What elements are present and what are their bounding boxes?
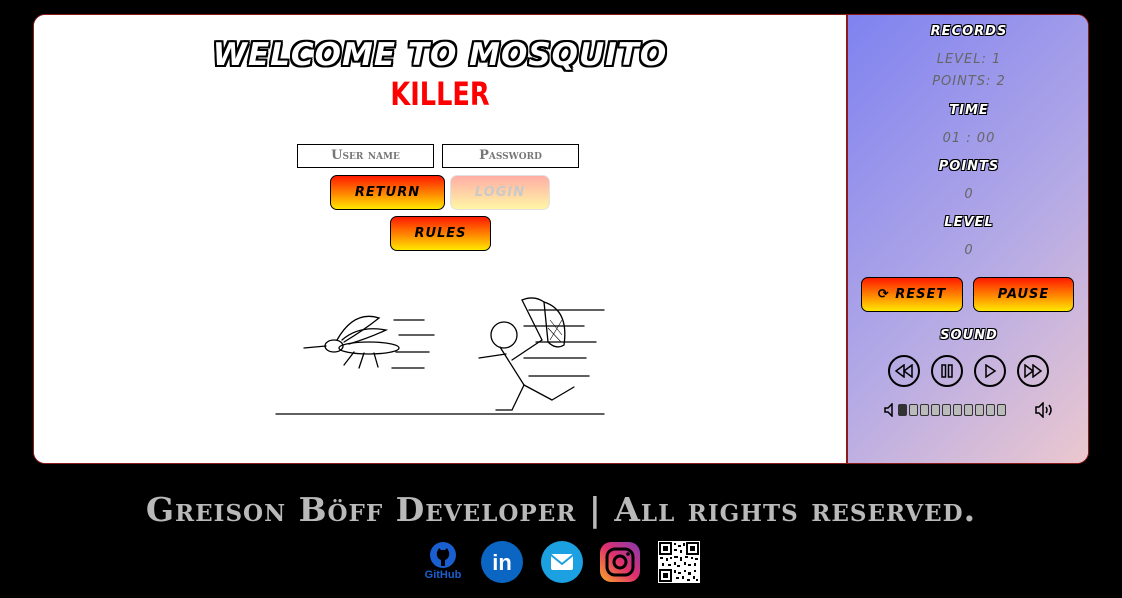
records-level: LEVEL: 1 [936,52,1002,67]
qr-code-link[interactable] [658,541,700,583]
login-button[interactable]: LOGIN [450,175,550,210]
level-label: LEVEL [944,215,994,230]
volume-segment[interactable] [920,404,929,416]
records-points: POINTS: 2 [932,74,1006,89]
volume-segment[interactable] [986,404,995,416]
volume-segment[interactable] [953,404,962,416]
points-label: POINTS [938,159,1000,174]
return-button[interactable]: RETURN [330,175,445,210]
volume-low-icon[interactable] [883,403,897,417]
time-value: 01 : 00 [942,131,996,146]
linkedin-link[interactable]: in [480,540,524,584]
linkedin-icon: in [481,541,523,583]
main-panel: WELCOME TO MOSQUITO KILLER User name Pas… [34,15,846,463]
volume-segment[interactable] [931,404,940,416]
volume-segment[interactable] [975,404,984,416]
github-link[interactable]: GitHub [421,540,465,584]
records-label: RECORDS [930,24,1008,39]
instagram-icon [600,542,640,582]
volume-segment[interactable] [964,404,973,416]
play-button[interactable] [974,355,1006,387]
pause-button[interactable]: PAUSE [973,277,1074,312]
fast-forward-icon [1024,364,1043,378]
instagram-link[interactable] [598,540,642,584]
email-icon [541,541,583,583]
title-line-1: WELCOME TO MOSQUITO [212,37,668,73]
volume-segment[interactable] [997,404,1006,416]
username-input[interactable]: User name [297,144,434,168]
rewind-button[interactable] [888,355,920,387]
title-line-2: KILLER [390,75,490,113]
rules-button[interactable]: RULES [390,216,491,251]
rewind-icon [894,364,913,378]
play-icon [985,364,997,378]
svg-text:in: in [492,550,512,575]
volume-segment[interactable] [909,404,918,416]
level-value: 0 [964,243,974,258]
fast-forward-button[interactable] [1017,355,1049,387]
reset-button[interactable]: ⟳ RESET [861,277,963,312]
pause-icon [941,364,953,378]
mosquito-chase-illustration [275,297,605,415]
volume-segment[interactable] [898,404,907,416]
volume-high-icon[interactable] [1034,402,1056,418]
stats-sidebar: RECORDS LEVEL: 1 POINTS: 2 TIME 01 : 00 … [846,15,1088,463]
github-icon [430,542,456,568]
github-label: GitHub [424,569,462,581]
email-link[interactable] [540,540,584,584]
game-frame: WELCOME TO MOSQUITO KILLER User name Pas… [33,14,1089,464]
points-value: 0 [964,187,974,202]
sound-label: SOUND [940,328,998,343]
pause-audio-button[interactable] [931,355,963,387]
reset-label: RESET [895,287,947,302]
time-label: TIME [949,103,989,118]
qr-code-icon [658,541,700,583]
volume-segment[interactable] [942,404,951,416]
password-input[interactable]: Password [442,144,579,168]
volume-slider[interactable] [898,404,1006,416]
footer-credit: Greison Böff Developer | All rights rese… [145,490,977,529]
reset-icon: ⟳ [877,287,890,302]
